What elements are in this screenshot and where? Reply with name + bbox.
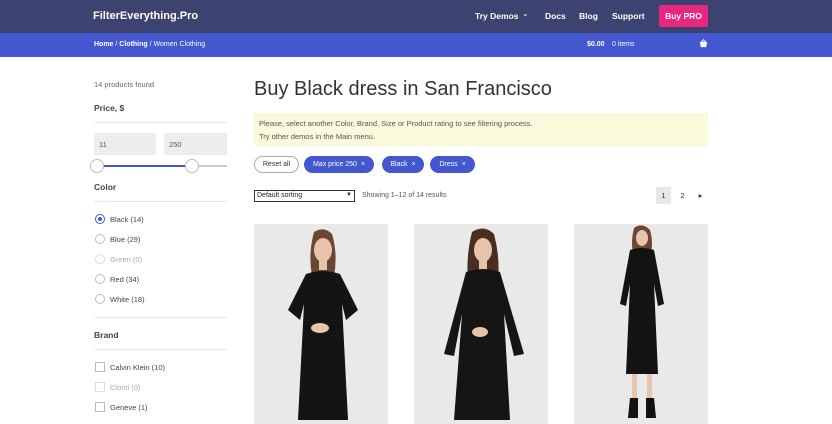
- pagination-next-icon[interactable]: ▸: [693, 187, 708, 204]
- nav-blog[interactable]: Blog: [579, 11, 598, 21]
- close-icon[interactable]: ×: [462, 161, 466, 168]
- top-navigation-bar: FilterEverything.Pro Try Demos ⌄ Docs Bl…: [0, 0, 832, 33]
- divider: [94, 201, 227, 202]
- color-filter-title: Color: [94, 182, 117, 192]
- product-image[interactable]: [254, 224, 388, 424]
- brand-filter-title: Brand: [94, 330, 119, 340]
- radio-button[interactable]: [95, 294, 105, 304]
- breadcrumb-clothing[interactable]: Clothing: [119, 41, 147, 48]
- chip-label: Max price 250: [312, 161, 357, 168]
- price-filter-title: Price, $: [94, 103, 125, 113]
- filter-chip-max-price[interactable]: Max price 250 ×: [304, 156, 374, 173]
- radio-button[interactable]: [95, 234, 105, 244]
- products-found-count: 14 products found: [94, 80, 155, 89]
- filter-chip-black[interactable]: Black ×: [382, 156, 424, 173]
- checkbox: [95, 382, 105, 392]
- model-photo: [254, 224, 388, 424]
- results-count: Showing 1–12 of 14 results: [362, 192, 447, 199]
- price-slider-range: [97, 165, 192, 167]
- checkbox[interactable]: [95, 362, 105, 372]
- option-label: Red (34): [110, 274, 140, 284]
- nav-try-demos[interactable]: Try Demos: [475, 11, 518, 21]
- option-label: Calvin Klein (10): [110, 362, 166, 372]
- close-icon[interactable]: ×: [412, 161, 416, 168]
- breadcrumb-bar: Home / Clothing / Women Clothing $0.00 0…: [0, 33, 832, 57]
- buy-pro-button[interactable]: Buy PRO: [659, 5, 708, 27]
- chip-label: Black: [390, 161, 408, 168]
- brand-option-calvin-klein[interactable]: Calvin Klein (10): [95, 362, 165, 372]
- chip-label: Dress: [439, 161, 458, 168]
- cart-total[interactable]: $0.00: [587, 41, 605, 48]
- chevron-down-icon: ▼: [346, 192, 352, 198]
- price-slider-max-handle[interactable]: [185, 159, 199, 173]
- info-notice: Please, select another Color, Brand, Siz…: [254, 113, 708, 146]
- divider: [94, 349, 227, 350]
- divider: [94, 122, 227, 123]
- color-option-green: Green (0): [95, 254, 142, 264]
- page-title: Buy Black dress in San Francisco: [254, 78, 552, 100]
- color-option-black[interactable]: Black (14): [95, 214, 144, 224]
- color-option-red[interactable]: Red (34): [95, 274, 139, 284]
- option-label: White (18): [110, 294, 145, 304]
- brand-option-geneve[interactable]: Geneve (1): [95, 402, 148, 412]
- divider: [94, 317, 227, 318]
- price-min-input[interactable]: 11: [94, 133, 156, 155]
- breadcrumb-home[interactable]: Home: [94, 41, 113, 48]
- price-max-input[interactable]: 250: [164, 133, 227, 155]
- site-logo[interactable]: FilterEverything.Pro: [93, 10, 198, 22]
- option-label: Clonti (0): [110, 382, 141, 392]
- option-label: Black (14): [110, 214, 144, 224]
- checkbox[interactable]: [95, 402, 105, 412]
- option-label: Geneve (1): [110, 402, 148, 412]
- radio-button[interactable]: [95, 214, 105, 224]
- model-photo: [414, 224, 548, 424]
- pagination-page-1[interactable]: 1: [656, 187, 671, 204]
- filter-chip-dress[interactable]: Dress ×: [430, 156, 475, 173]
- sorting-select[interactable]: Default sorting ▼: [254, 190, 355, 202]
- product-image[interactable]: [574, 224, 708, 424]
- sorting-value: Default sorting: [257, 192, 303, 199]
- close-icon[interactable]: ×: [361, 161, 365, 168]
- price-slider-min-handle[interactable]: [90, 159, 104, 173]
- nav-support[interactable]: Support: [612, 11, 645, 21]
- product-image[interactable]: [414, 224, 548, 424]
- brand-option-clonti: Clonti (0): [95, 382, 140, 392]
- notice-line: Please, select another Color, Brand, Siz…: [259, 119, 533, 128]
- radio-button: [95, 254, 105, 264]
- nav-docs[interactable]: Docs: [545, 11, 566, 21]
- color-option-blue[interactable]: Blue (29): [95, 234, 140, 244]
- chevron-down-icon[interactable]: ⌄: [522, 9, 529, 18]
- pagination-page-2[interactable]: 2: [675, 187, 690, 204]
- basket-icon[interactable]: [699, 39, 708, 50]
- reset-all-button[interactable]: Reset all: [254, 156, 299, 173]
- notice-line: Try other demos in the Main menu.: [259, 131, 376, 141]
- color-option-white[interactable]: White (18): [95, 294, 145, 304]
- breadcrumb-current: Women Clothing: [153, 41, 206, 48]
- model-photo: [574, 224, 708, 424]
- radio-button[interactable]: [95, 274, 105, 284]
- option-label: Green (0): [110, 254, 143, 264]
- cart-item-count[interactable]: 0 items: [612, 41, 635, 48]
- option-label: Blue (29): [110, 234, 141, 244]
- breadcrumb: Home / Clothing / Women Clothing: [94, 41, 205, 48]
